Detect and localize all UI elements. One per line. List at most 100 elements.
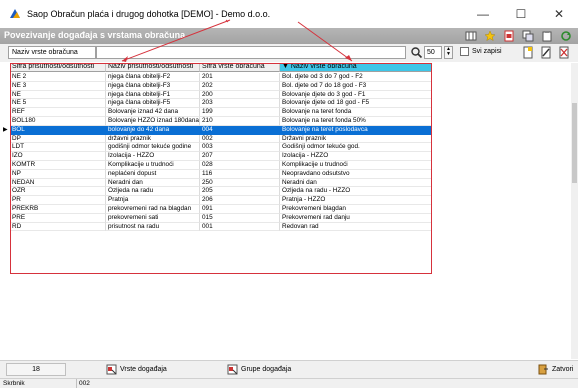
table-row[interactable]: LDT godišnji odmor tekuće godine 003 Godišn… [0,143,578,153]
status-value: 002 [76,379,90,388]
table-row[interactable]: IZO Izolacija - HZZO 207 Izolacija - HZZO [0,152,578,161]
cell-calc-name: Bolovanje na teret fonda [280,108,432,117]
maximize-button[interactable]: ☐ [502,0,540,28]
show-all-toggle[interactable]: Svi zapisi [460,47,502,56]
table-row[interactable]: NE 3 njega člana obitelji-F3 202 Bol. djete… [0,81,578,91]
cell-attendance-name: prekovremeni sati [106,213,200,223]
cell-calc-code: 210 [200,117,280,126]
cell-attendance-code: NP [10,169,106,179]
cell-calc-name: Komplikacije u trudnoći [280,161,432,170]
cell-attendance-name: njega člana obitelji-F1 [106,90,200,100]
scrollbar-thumb[interactable] [572,103,577,183]
table-row[interactable]: PRE prekovremeni sati 015 Prekovremeni rad … [0,213,578,223]
column-header-attendance-code[interactable]: Šifra prisutnosti/odsutnosti [10,63,106,72]
cell-attendance-code: PR [10,196,106,205]
window-title: Saop Obračun plaća i drugog dohotka [DEM… [27,9,271,19]
filter-input[interactable] [96,46,406,59]
vertical-scrollbar[interactable] [571,63,578,359]
exit-door-icon [538,364,548,375]
cell-calc-name: Ozljeda na radu - HZZO [280,187,432,197]
cell-attendance-name: Bolovanje iznad 42 dana [106,108,200,117]
table-row[interactable]: NE 2 njega člana obitelji-F2 201 Bol. djete… [0,73,578,82]
cell-attendance-code: RD [10,222,106,232]
edit-record-icon[interactable] [540,46,552,59]
cell-attendance-name: Komplikacije u trudnoći [106,161,200,170]
paste-icon[interactable] [540,29,553,42]
table-row[interactable]: ▶ BOL bolovanje do 42 dana 004 Bolovanje na … [0,125,578,135]
cell-attendance-name: prisutnost na radu [106,222,200,232]
cell-attendance-code: KOMTR [10,161,106,170]
filter-bar: Naziv vrste obračuna 50 ▲ ▼ Svi zapisi [0,44,578,62]
cell-attendance-code: NE [10,90,106,100]
cell-attendance-code: OZR [10,187,106,197]
table-row[interactable]: BOL180 Bolovanje HZZO iznad 180dana 210 Bol… [0,117,578,126]
form-title: Povezivanje događaja s vrstama obračuna [4,30,186,40]
cell-attendance-name: Ozljeda na radu [106,187,200,197]
cell-calc-code: 202 [200,81,280,91]
row-pointer-icon: ▶ [3,126,8,133]
cell-attendance-code: BOL [10,125,106,135]
show-all-checkbox[interactable] [460,47,469,56]
refresh-icon[interactable] [559,29,572,42]
search-icon[interactable] [410,46,423,59]
close-window-button[interactable]: ✕ [540,0,578,28]
cell-calc-code: 200 [200,90,280,100]
cell-calc-name: Državni praznik [280,134,432,144]
table-row[interactable]: NP neplaćeni dopust 116 Neopravdano odsutst… [0,169,578,179]
event-types-button[interactable]: Vrste događaja [106,363,167,376]
new-record-icon[interactable] [522,46,534,59]
column-header-attendance-name[interactable]: Naziv prisutnosti/odsutnosti [106,63,200,72]
cell-attendance-name: Bolovanje HZZO iznad 180dana [106,117,200,126]
table-row[interactable]: OZR Ozljeda na radu 205 Ozljeda na radu - H… [0,187,578,197]
table-row[interactable]: RD prisutnost na radu 001 Redovan rad [0,222,578,232]
cell-attendance-name: bolovanje do 42 dana [106,125,200,135]
close-form-button[interactable]: Zatvori [538,363,573,376]
cell-calc-code: 015 [200,213,280,223]
cell-attendance-name: Neradni dan [106,178,200,188]
cell-calc-code: 004 [200,125,280,135]
delete-record-icon[interactable] [558,46,570,59]
form-header: Povezivanje događaja s vrstama obračuna [0,28,578,44]
column-header-calc-name[interactable]: ▼ Naziv vrste obračuna [280,63,432,72]
cell-attendance-name: državni praznik [106,134,200,144]
cell-calc-code: 002 [200,134,280,144]
table-row[interactable]: NE 5 njega člana obitelji-F5 203 Bolovanje … [0,99,578,109]
cell-calc-code: 116 [200,169,280,179]
cell-attendance-code: REF [10,108,106,117]
cell-calc-name: Izolacija - HZZO [280,152,432,161]
table-row[interactable]: NEDAN Neradni dan 250 Neradni dan [0,178,578,188]
cell-attendance-code: NE 5 [10,99,106,109]
favorite-star-icon[interactable] [483,29,496,42]
event-groups-button[interactable]: Grupe događaja [227,363,291,376]
table-row[interactable]: DP državni praznik 002 Državni praznik [0,134,578,144]
cell-attendance-code: PREKRB [10,205,106,214]
cell-calc-name: Prekovremeni blagdan [280,205,432,214]
table-row[interactable]: REF Bolovanje iznad 42 dana 199 Bolovanje n… [0,108,578,117]
cell-calc-code: 028 [200,161,280,170]
record-limit-spinner[interactable]: ▲ ▼ [444,46,453,59]
event-types-label: Vrste događaja [120,366,167,373]
columns-icon[interactable] [464,29,477,42]
export-icon[interactable] [502,29,515,42]
cell-attendance-name: godišnji odmor tekuće godine [106,143,200,153]
cell-attendance-name: njega člana obitelji-F3 [106,81,200,91]
cell-attendance-code: DP [10,134,106,144]
table-row[interactable]: PR Pratnja 206 Pratnja - HZZO [0,196,578,205]
status-label: Skrbnik [3,380,25,387]
table-row[interactable]: PREKRB prekovremeni rad na blagdan 091 Prek… [0,205,578,214]
cell-calc-name: Bolovanje na teret poslodavca [280,125,432,135]
copy-icon[interactable] [521,29,534,42]
cell-attendance-name: njega člana obitelji-F2 [106,73,200,82]
record-limit-field[interactable]: 50 [424,46,442,59]
cell-calc-name: Prekovremeni rad danju [280,213,432,223]
minimize-button[interactable]: — [464,0,502,28]
status-bar: Skrbnik 002 [0,378,578,388]
column-header-calc-code[interactable]: Šifra vrste obračuna [200,63,280,72]
cell-attendance-code: NE 2 [10,73,106,82]
close-form-label: Zatvori [552,366,574,373]
data-grid: Šifra prisutnosti/odsutnosti Naziv prisu… [0,63,578,359]
cell-calc-name: Bol. djete od 7 do 18 god - F3 [280,81,432,91]
table-row[interactable]: NE njega člana obitelji-F1 200 Bolovanje dj… [0,90,578,100]
record-count: 18 [6,363,66,376]
table-row[interactable]: KOMTR Komplikacije u trudnoći 028 Komplikac… [0,161,578,170]
